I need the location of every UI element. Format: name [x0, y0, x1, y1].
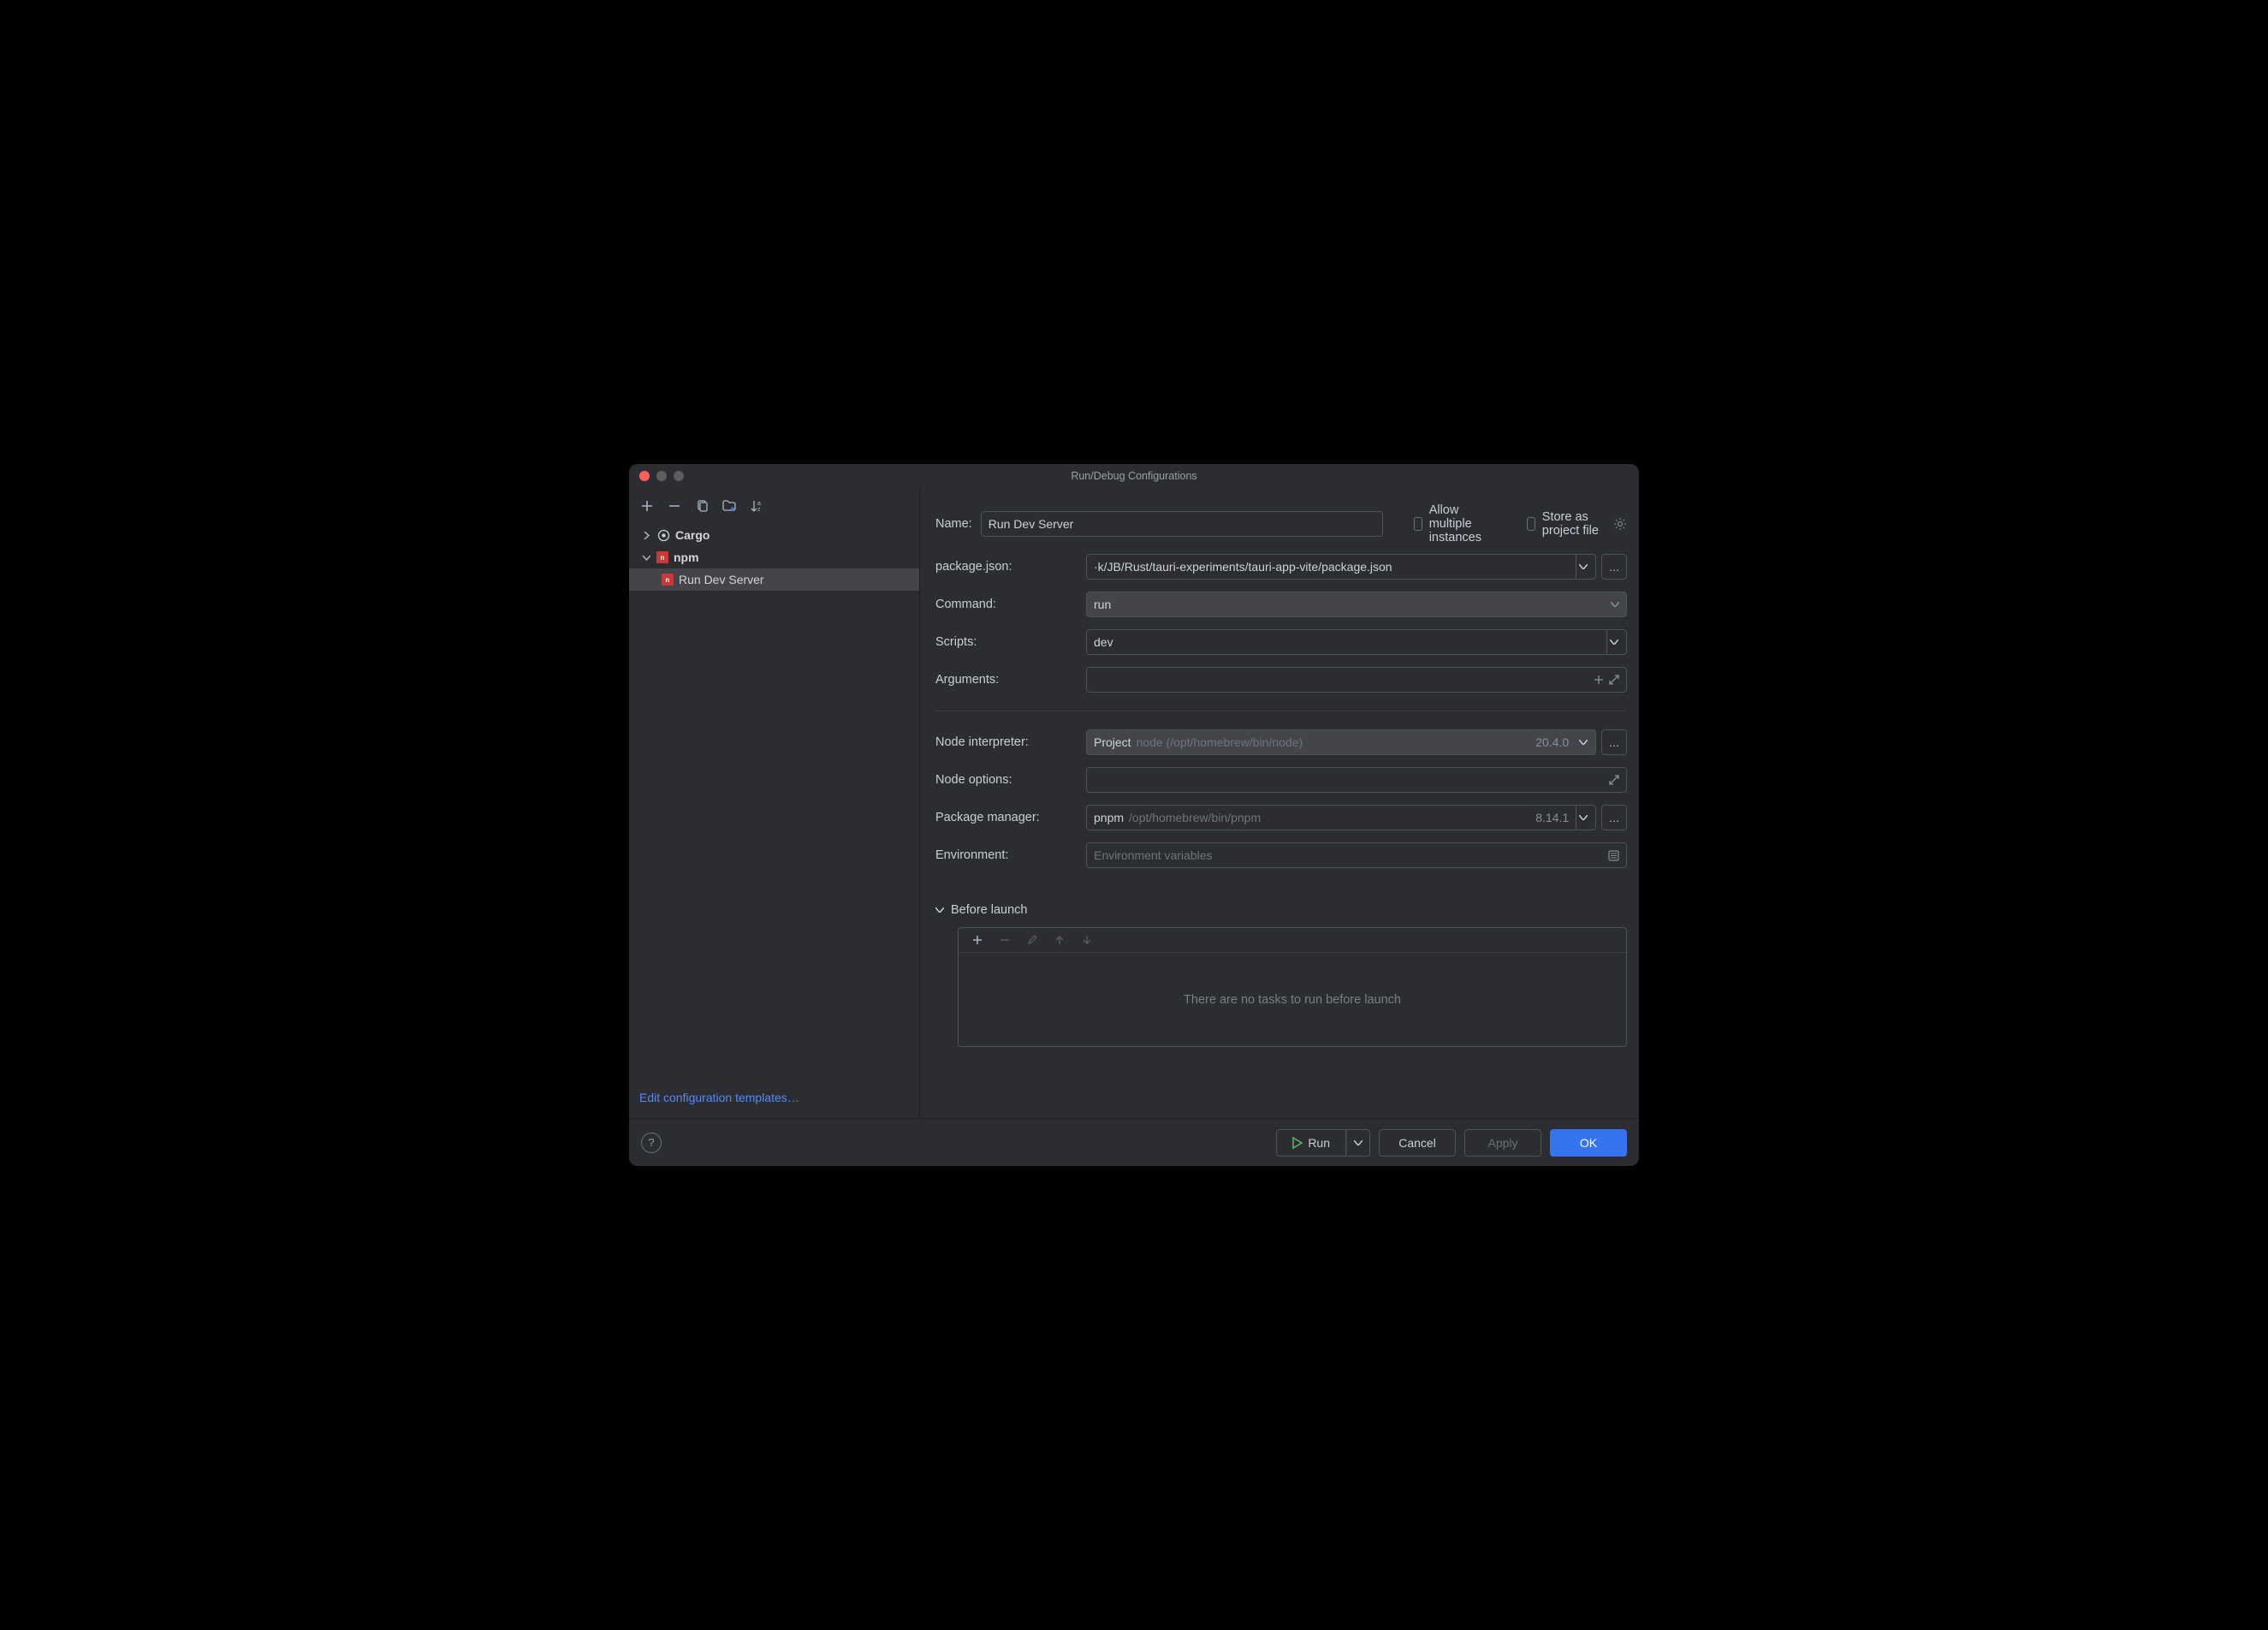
scripts-dropdown[interactable]: [1602, 629, 1627, 655]
before-launch-empty-text: There are no tasks to run before launch: [959, 953, 1626, 1046]
package-manager-dropdown[interactable]: [1571, 805, 1596, 830]
sidebar-toolbar: az: [629, 493, 919, 521]
help-button[interactable]: ?: [641, 1133, 662, 1153]
run-split-button: Run: [1276, 1129, 1370, 1157]
chevron-down-icon: [641, 554, 651, 562]
chevron-right-icon: [641, 532, 651, 539]
copy-configuration-button[interactable]: [694, 498, 709, 514]
package-json-dropdown[interactable]: [1571, 554, 1596, 580]
tree-node-cargo[interactable]: Cargo: [629, 524, 919, 546]
scripts-field[interactable]: dev: [1086, 629, 1607, 655]
store-as-project-checkbox[interactable]: Store as project file: [1527, 510, 1600, 538]
window-title: Run/Debug Configurations: [629, 470, 1639, 482]
environment-input[interactable]: Environment variables: [1086, 842, 1627, 868]
edit-templates-link[interactable]: Edit configuration templates…: [639, 1091, 799, 1104]
node-interpreter-label: Node interpreter:: [935, 735, 1078, 749]
save-to-folder-button[interactable]: [721, 498, 737, 514]
arguments-label: Arguments:: [935, 673, 1078, 687]
run-button[interactable]: Run: [1276, 1129, 1346, 1157]
package-manager-field[interactable]: pnpm /opt/homebrew/bin/pnpm 8.14.1: [1086, 805, 1576, 830]
before-launch-box: There are no tasks to run before launch: [958, 927, 1627, 1047]
browse-package-manager-button[interactable]: …: [1601, 805, 1627, 830]
node-options-label: Node options:: [935, 773, 1078, 787]
npm-icon: n: [656, 551, 668, 563]
svg-text:a: a: [757, 501, 761, 507]
dialog-footer: ? Run Cancel Apply OK: [629, 1118, 1639, 1166]
titlebar: Run/Debug Configurations: [629, 464, 1639, 488]
environment-label: Environment:: [935, 848, 1078, 862]
checkbox-icon: [1527, 517, 1535, 531]
node-interpreter-field[interactable]: Project node (/opt/homebrew/bin/node) 20…: [1086, 729, 1576, 755]
npm-icon: n: [662, 574, 674, 586]
configurations-sidebar: az Cargo n npm: [629, 488, 920, 1118]
tree-node-label: Run Dev Server: [679, 573, 764, 586]
move-up-button: [1053, 933, 1066, 947]
browse-node-interpreter-button[interactable]: …: [1601, 729, 1627, 755]
add-task-button[interactable]: [971, 933, 984, 947]
command-label: Command:: [935, 598, 1078, 611]
expand-icon[interactable]: [1609, 775, 1619, 785]
browse-package-json-button[interactable]: …: [1601, 554, 1627, 580]
configuration-form: Name: Allow multiple instances Store as …: [920, 488, 1639, 1118]
move-down-button: [1080, 933, 1094, 947]
name-input[interactable]: [981, 511, 1383, 537]
run-dropdown[interactable]: [1346, 1129, 1370, 1157]
tree-node-label: Cargo: [675, 528, 709, 542]
checkbox-icon: [1414, 517, 1422, 531]
before-launch-section-toggle[interactable]: Before launch: [935, 900, 1627, 920]
tree-node-run-dev-server[interactable]: n Run Dev Server: [629, 568, 919, 591]
arguments-input[interactable]: [1086, 667, 1627, 693]
before-launch-toolbar: [959, 928, 1626, 953]
tree-node-label: npm: [674, 550, 699, 564]
svg-text:z: z: [757, 507, 761, 512]
name-label: Name:: [935, 517, 972, 531]
tree-node-npm[interactable]: n npm: [629, 546, 919, 568]
sort-button[interactable]: az: [749, 498, 764, 514]
configurations-tree: Cargo n npm n Run Dev Server: [629, 521, 919, 1082]
node-interpreter-dropdown[interactable]: [1571, 729, 1596, 755]
remove-task-button: [998, 933, 1012, 947]
cancel-button[interactable]: Cancel: [1379, 1129, 1456, 1157]
run-debug-configurations-dialog: Run/Debug Configurations az: [629, 464, 1639, 1166]
list-icon[interactable]: [1608, 850, 1619, 861]
expand-icon[interactable]: [1609, 675, 1619, 685]
package-json-field[interactable]: ·k/JB/Rust/tauri-experiments/tauri-app-v…: [1086, 554, 1576, 580]
package-json-label: package.json:: [935, 560, 1078, 574]
edit-task-button: [1025, 933, 1039, 947]
remove-configuration-button[interactable]: [667, 498, 682, 514]
apply-button: Apply: [1464, 1129, 1541, 1157]
command-dropdown[interactable]: run: [1086, 592, 1627, 617]
scripts-label: Scripts:: [935, 635, 1078, 649]
allow-multiple-checkbox[interactable]: Allow multiple instances: [1414, 503, 1501, 544]
gear-icon[interactable]: [1613, 517, 1627, 531]
play-icon: [1292, 1137, 1303, 1149]
add-configuration-button[interactable]: [639, 498, 655, 514]
insert-macro-icon[interactable]: [1594, 675, 1604, 685]
ok-button[interactable]: OK: [1550, 1129, 1627, 1157]
cargo-icon: [656, 528, 670, 542]
node-options-input[interactable]: [1086, 767, 1627, 793]
package-manager-label: Package manager:: [935, 811, 1078, 824]
